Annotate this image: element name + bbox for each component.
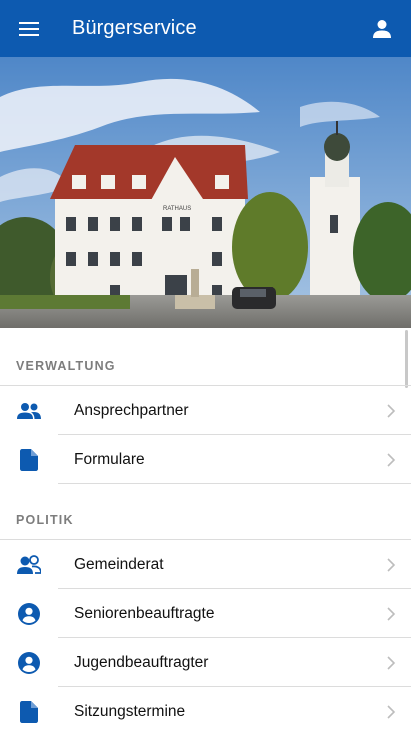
list-item-label: Formulare [74,451,145,468]
divider [58,588,411,589]
list-item-seniorenbeauftragte[interactable]: Seniorenbeauftragte [0,590,411,638]
people-icon [17,403,41,419]
chevron-right-icon [386,558,395,572]
scroll-indicator[interactable] [405,330,408,388]
account-icon [373,19,391,38]
list-item-label: Gemeinderat [74,556,164,573]
divider [0,385,411,386]
chevron-right-icon [386,656,395,670]
list-item-jugendbeauftragter[interactable]: Jugendbeauftragter [0,639,411,687]
divider [58,434,411,435]
app-title: Bürgerservice [72,17,197,39]
list-item-label: Jugendbeauftragter [74,654,209,671]
list-item-label: Sitzungstermine [74,703,186,720]
divider [58,483,411,484]
divider [58,637,411,638]
divider [58,686,411,687]
hero-image: RATHAUS [0,57,411,328]
list-item-sitzungstermine[interactable]: Sitzungstermine [0,688,411,731]
chevron-right-icon [386,453,395,467]
menu-icon [19,21,39,36]
menu-button[interactable] [0,0,58,57]
section-header-politik: POLITIK [16,513,74,527]
divider [0,539,411,540]
chevron-right-icon [386,607,395,621]
rathaus-sign: RATHAUS [163,206,191,212]
chevron-right-icon [386,705,395,719]
list-item-label: Seniorenbeauftragte [74,605,215,622]
app-bar: Bürgerservice [0,0,411,57]
document-icon [20,449,38,471]
list-item-label: Ansprechpartner [74,402,189,419]
council-icon [17,555,41,574]
account-button[interactable] [353,0,411,57]
list-item-gemeinderat[interactable]: Gemeinderat [0,541,411,589]
chevron-right-icon [386,404,395,418]
person-circle-icon [18,603,40,625]
document-icon [20,701,38,723]
list-item-ansprechpartner[interactable]: Ansprechpartner [0,387,411,435]
list-item-formulare[interactable]: Formulare [0,436,411,484]
section-header-verwaltung: VERWALTUNG [16,359,116,373]
person-circle-icon [18,652,40,674]
